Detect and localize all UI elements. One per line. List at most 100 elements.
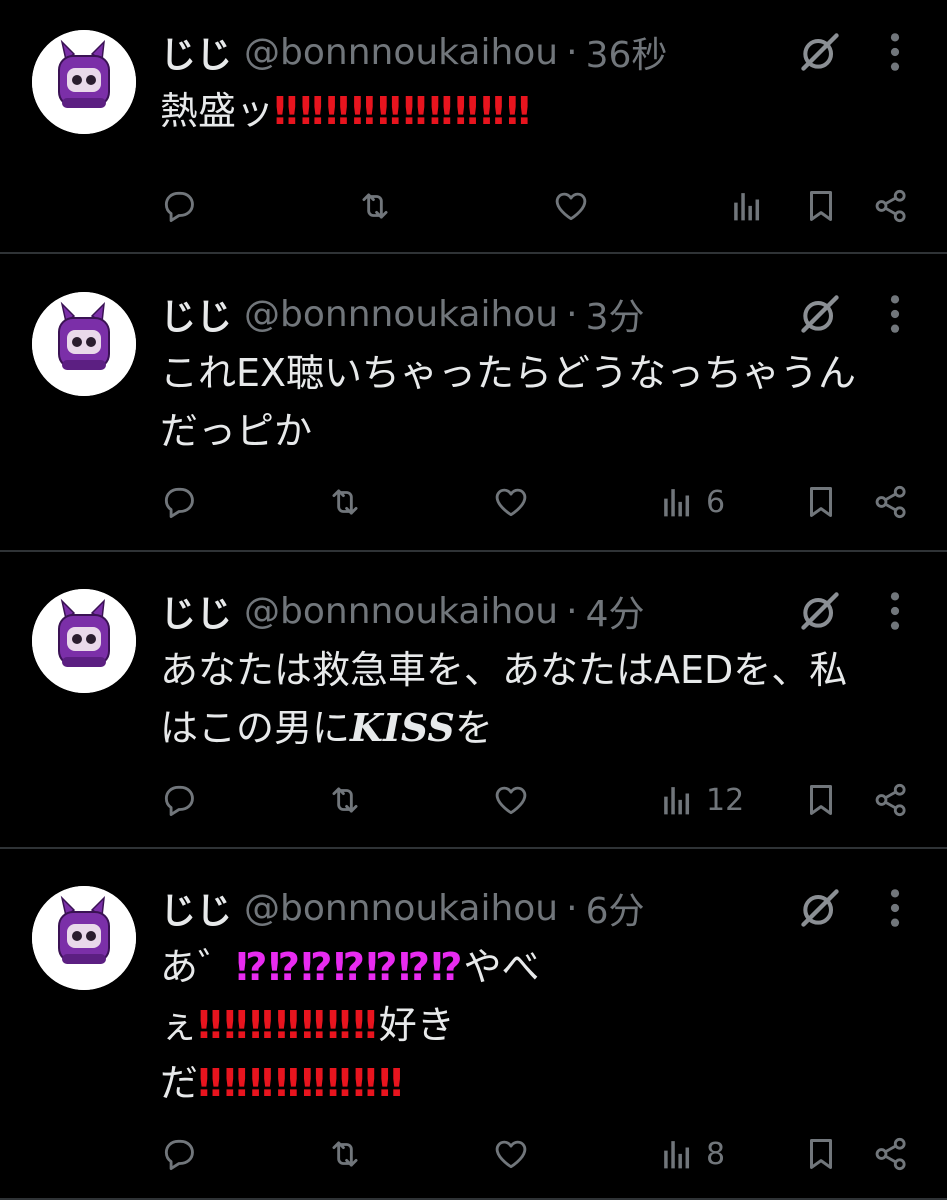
like-button[interactable] <box>492 1132 530 1176</box>
bookmark-icon <box>802 187 840 225</box>
display-name[interactable]: じじ <box>160 585 232 637</box>
share-button[interactable] <box>872 480 910 524</box>
share-icon <box>872 483 910 521</box>
tweet-text-part: ‼︎‼︎‼︎‼︎‼︎‼︎‼︎‼︎‼︎‼︎ <box>274 89 533 133</box>
display-name[interactable]: じじ <box>160 882 232 934</box>
bookmark-icon <box>802 1135 840 1173</box>
like-button[interactable] <box>492 480 530 524</box>
share-icon <box>872 1135 910 1173</box>
tweet-text-part: あ゛ <box>160 945 237 989</box>
reply-button[interactable] <box>160 480 198 524</box>
display-name[interactable]: じじ <box>160 26 232 78</box>
bookmark-button[interactable] <box>802 184 840 228</box>
retweet-button[interactable] <box>326 778 364 822</box>
display-name[interactable]: じじ <box>160 288 232 340</box>
tweet-header: じじ @bonnnoukaihou · 6分 <box>160 882 644 934</box>
separator-dot: · <box>566 31 578 73</box>
views-button[interactable] <box>728 184 776 228</box>
avatar-image <box>32 292 136 396</box>
more-icon[interactable] <box>880 886 910 930</box>
share-button[interactable] <box>872 184 910 228</box>
timestamp[interactable]: 4分 <box>586 585 645 637</box>
user-handle[interactable]: @bonnnoukaihou <box>244 32 558 73</box>
more-icon[interactable] <box>880 30 910 74</box>
like-icon <box>492 1135 530 1173</box>
share-icon <box>872 781 910 819</box>
views-button[interactable]: 6 <box>658 480 725 524</box>
share-button[interactable] <box>872 1132 910 1176</box>
views-icon <box>658 483 696 521</box>
timestamp[interactable]: 6分 <box>586 882 645 934</box>
tweet-text: これEX聴いちゃったらどうなっちゃうん だっピか <box>160 344 911 460</box>
tweet-text-part: 熱盛ッ <box>160 89 275 133</box>
reply-icon <box>160 1135 198 1173</box>
bookmark-button[interactable] <box>802 1132 840 1176</box>
user-handle[interactable]: @bonnnoukaihou <box>244 888 558 929</box>
tweet[interactable]: じじ @bonnnoukaihou · 6分 あ゛⁉︎⁉︎⁉︎⁉︎⁉︎⁉︎⁉︎やべ ぇ‼… <box>0 849 947 1200</box>
retweet-button[interactable] <box>326 1132 364 1176</box>
avatar[interactable] <box>32 886 136 990</box>
tweet-text-part: あなたは救急車を、あなたはAEDを、私 はこの男に <box>160 648 848 750</box>
like-button[interactable] <box>492 778 530 822</box>
tweet-text-part: ‼︎‼︎‼︎‼︎‼︎‼︎‼︎‼︎ <box>198 1061 405 1105</box>
tweet[interactable]: じじ @bonnnoukaihou · 3分これEX聴いちゃったらどうなっちゃうん だ… <box>0 254 947 552</box>
views-icon <box>658 781 696 819</box>
grok-icon[interactable] <box>798 886 842 930</box>
like-icon <box>492 483 530 521</box>
views-count: 12 <box>706 782 745 818</box>
timestamp[interactable]: 36秒 <box>586 26 668 78</box>
reply-icon <box>160 781 198 819</box>
share-icon <box>872 187 910 225</box>
views-button[interactable]: 12 <box>658 778 744 822</box>
grok-icon[interactable] <box>798 292 842 336</box>
retweet-icon <box>326 781 364 819</box>
retweet-icon <box>326 1135 364 1173</box>
avatar[interactable] <box>32 292 136 396</box>
avatar[interactable] <box>32 30 136 134</box>
bookmark-icon <box>802 483 840 521</box>
avatar-image <box>32 589 136 693</box>
reply-button[interactable] <box>160 1132 198 1176</box>
avatar-image <box>32 30 136 134</box>
views-button[interactable]: 8 <box>658 1132 725 1176</box>
views-count: 6 <box>706 484 726 520</box>
retweet-button[interactable] <box>326 480 364 524</box>
tweet[interactable]: じじ @bonnnoukaihou · 4分 あなたは救急車を、あなたはAEDを、私 は… <box>0 552 947 849</box>
tweet-text-part: KISS <box>350 705 455 750</box>
timestamp[interactable]: 3分 <box>586 288 645 340</box>
like-button[interactable] <box>552 184 590 228</box>
like-icon <box>552 187 590 225</box>
user-handle[interactable]: @bonnnoukaihou <box>244 294 558 335</box>
separator-dot: · <box>566 590 578 632</box>
views-icon <box>658 1135 696 1173</box>
avatar[interactable] <box>32 589 136 693</box>
separator-dot: · <box>566 887 578 929</box>
user-handle[interactable]: @bonnnoukaihou <box>244 591 558 632</box>
bookmark-button[interactable] <box>802 778 840 822</box>
tweet-text: あ゛⁉︎⁉︎⁉︎⁉︎⁉︎⁉︎⁉︎やべ ぇ‼︎‼︎‼︎‼︎‼︎‼︎‼︎好き だ‼︎… <box>160 938 911 1112</box>
retweet-icon <box>326 483 364 521</box>
retweet-icon <box>356 187 394 225</box>
reply-icon <box>160 483 198 521</box>
tweet-text-part: これEX聴いちゃったらどうなっちゃうん だっピか <box>160 351 857 453</box>
tweet-header: じじ @bonnnoukaihou · 4分 <box>160 585 644 637</box>
share-button[interactable] <box>872 778 910 822</box>
reply-button[interactable] <box>160 184 198 228</box>
bookmark-button[interactable] <box>802 480 840 524</box>
retweet-button[interactable] <box>356 184 394 228</box>
grok-icon[interactable] <box>798 30 842 74</box>
tweet-header: じじ @bonnnoukaihou · 3分 <box>160 288 644 340</box>
views-count: 8 <box>706 1136 726 1172</box>
separator-dot: · <box>566 293 578 335</box>
reply-button[interactable] <box>160 778 198 822</box>
reply-icon <box>160 187 198 225</box>
tweet-text-part: ⁉︎⁉︎⁉︎⁉︎⁉︎⁉︎⁉︎ <box>236 945 464 989</box>
bookmark-icon <box>802 781 840 819</box>
tweet-text-part: を <box>454 706 493 750</box>
tweet-text: あなたは救急車を、あなたはAEDを、私 はこの男にKISSを <box>160 641 911 757</box>
more-icon[interactable] <box>880 292 910 336</box>
like-icon <box>492 781 530 819</box>
grok-icon[interactable] <box>798 589 842 633</box>
tweet[interactable]: じじ @bonnnoukaihou · 36秒熱盛ッ‼︎‼︎‼︎‼︎‼︎‼︎‼︎‼︎‼… <box>0 0 947 254</box>
more-icon[interactable] <box>880 589 910 633</box>
